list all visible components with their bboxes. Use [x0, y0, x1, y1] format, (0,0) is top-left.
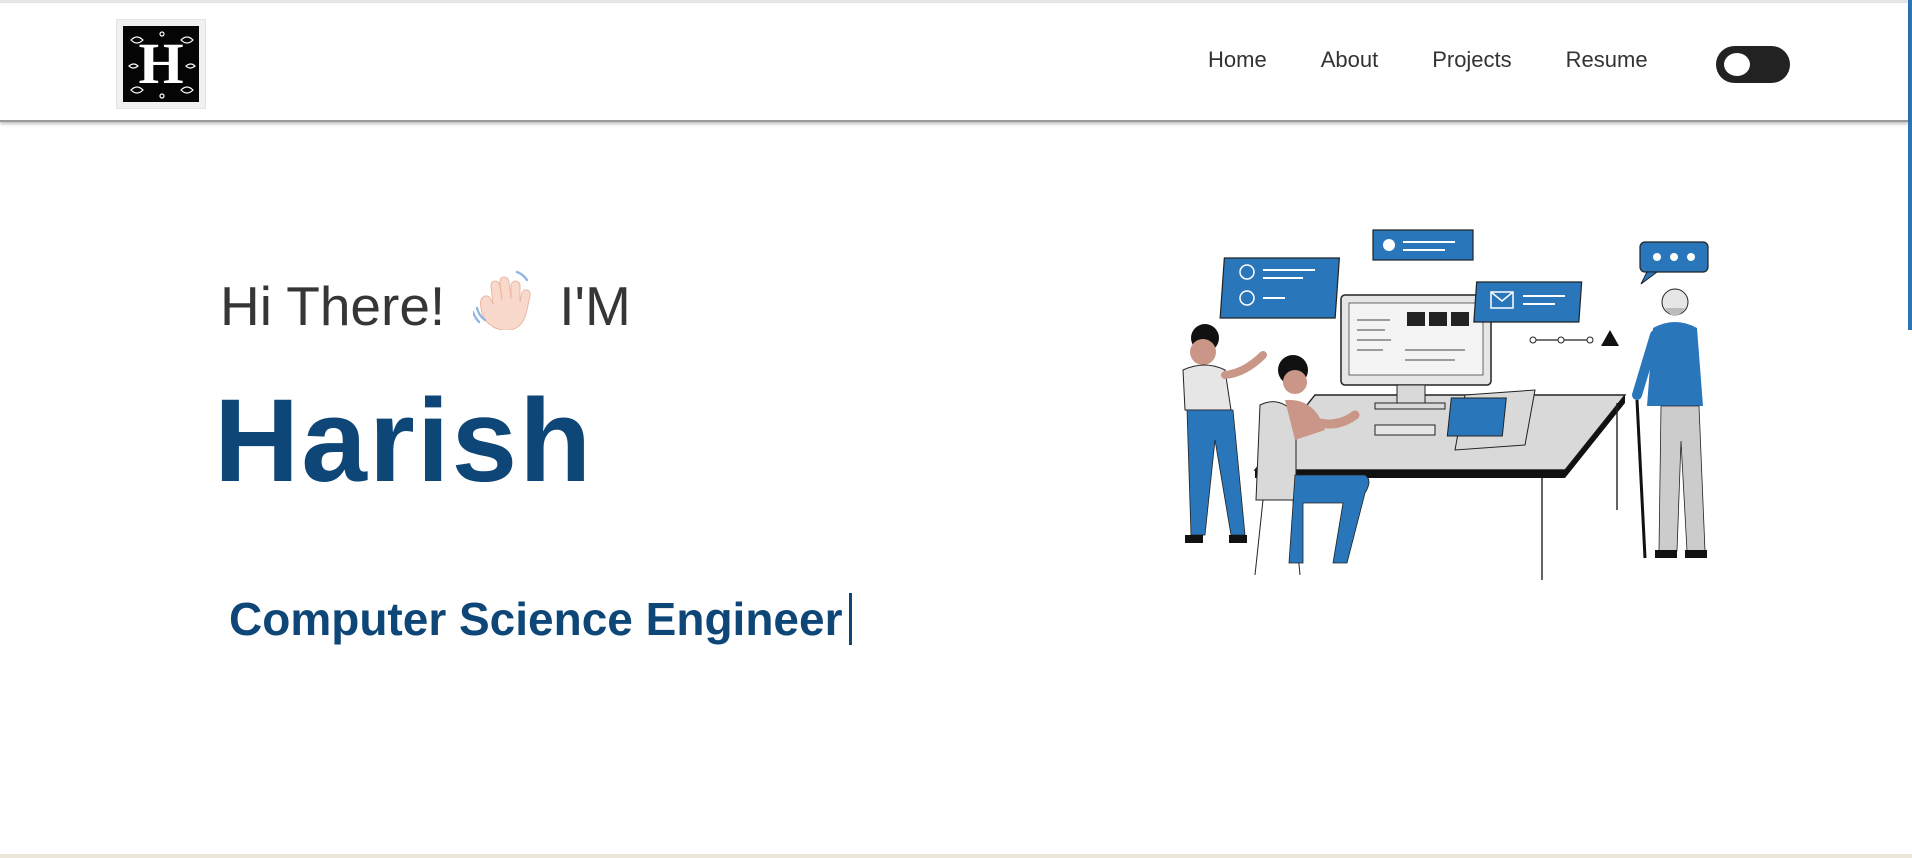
- nav-links: Home About Projects Resume: [1208, 47, 1702, 73]
- logo-mark: H: [123, 26, 199, 102]
- theme-toggle-knob: [1724, 53, 1750, 76]
- nav-link-about[interactable]: About: [1321, 47, 1379, 73]
- logo-ornament-icon: [128, 31, 196, 99]
- hero-greeting: Hi There! I'M: [220, 268, 631, 343]
- greeting-im: I'M: [559, 274, 631, 337]
- bottom-border: [0, 854, 1912, 858]
- mail-panel: [1473, 281, 1583, 323]
- hero-name: Harish: [214, 375, 594, 507]
- chat-panel-left: [1219, 257, 1340, 319]
- typing-cursor: [848, 593, 852, 645]
- nav-link-home[interactable]: Home: [1208, 47, 1267, 73]
- slider-widget: [1529, 330, 1619, 346]
- site-logo[interactable]: H: [116, 19, 206, 109]
- tablet-shape: [1446, 389, 1536, 451]
- check-panel: [1372, 229, 1474, 261]
- monitor-shape: [1340, 294, 1492, 410]
- elderly-man-figure: [1632, 288, 1707, 559]
- hero-illustration: [1182, 229, 1709, 580]
- woman-figure: [1182, 324, 1267, 543]
- navbar: H Home About Projects Resume: [0, 3, 1908, 122]
- theme-toggle[interactable]: [1716, 46, 1790, 83]
- wave-hand-icon: [471, 268, 537, 343]
- scrollbar-thumb[interactable]: [1908, 0, 1912, 330]
- hero-role: Computer Science Engineer: [229, 592, 852, 646]
- role-text: Computer Science Engineer: [229, 593, 843, 645]
- nav-link-resume[interactable]: Resume: [1566, 47, 1648, 73]
- nav-link-projects[interactable]: Projects: [1432, 47, 1511, 73]
- page: H Home About Projects Resume Hi There! I…: [0, 0, 1912, 858]
- dots-bubble: [1639, 241, 1709, 285]
- greeting-text: Hi There!: [220, 274, 446, 337]
